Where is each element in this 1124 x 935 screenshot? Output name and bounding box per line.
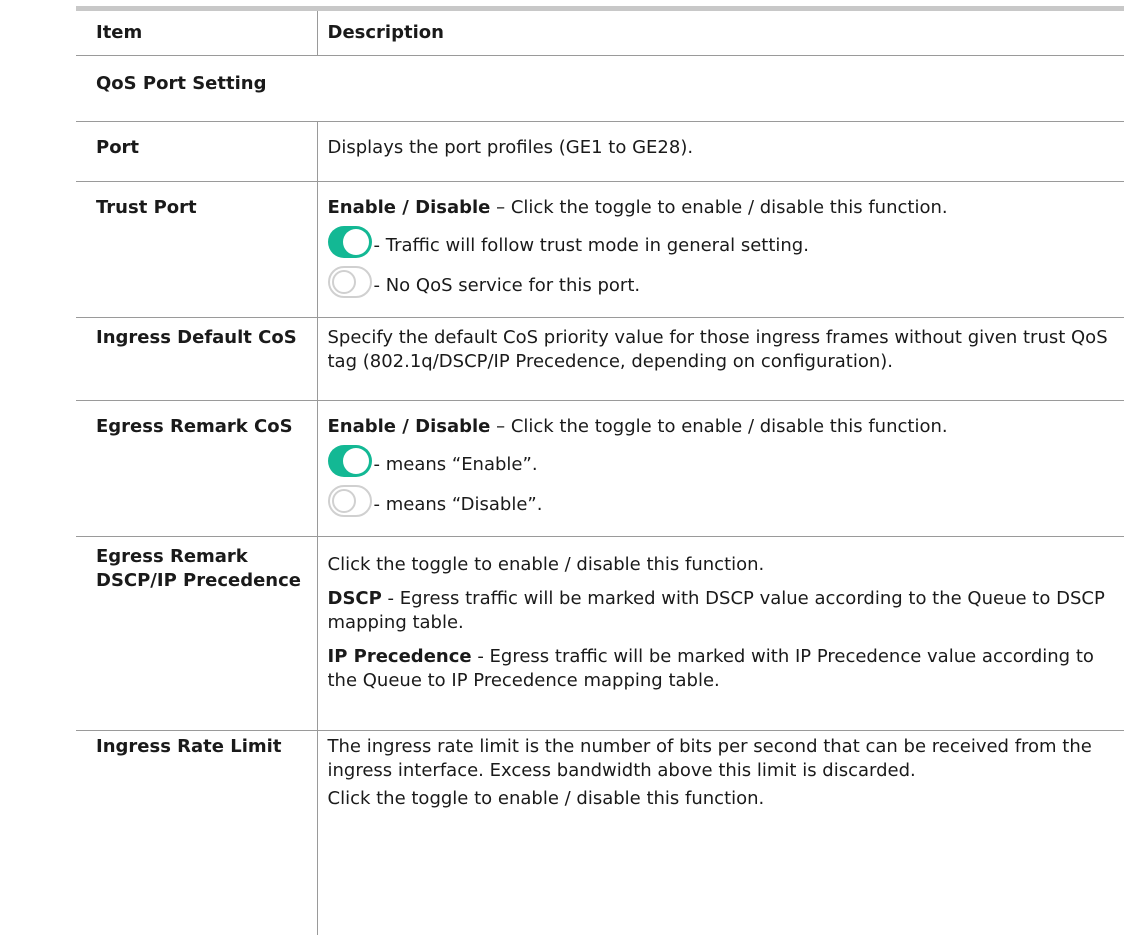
ingress-rate-p2: Click the toggle to enable / disable thi… [327, 787, 765, 809]
table-row: Egress Remark DSCP/IP Precedence Click t… [76, 536, 1124, 731]
item-egress-remark-dscp-line2: DSCP/IP Precedence [96, 569, 301, 591]
egress-cos-lead-text: – Click the toggle to enable / disable t… [490, 415, 948, 437]
header-description: Description [317, 11, 1124, 56]
table-row: Ingress Default CoS Specify the default … [76, 317, 1124, 401]
item-egress-remark-dscp: Egress Remark DSCP/IP Precedence [76, 536, 318, 731]
egress-ipp-bold: IP Precedence [327, 645, 472, 667]
table-header-row: Item Description [76, 11, 1124, 56]
desc-port: Displays the port profiles (GE1 to GE28)… [317, 121, 1124, 182]
item-trust-port: Trust Port [76, 181, 318, 318]
egress-cos-off-text: - means “Disable”. [373, 493, 543, 515]
table-row: Port Displays the port profiles (GE1 to … [76, 121, 1124, 182]
header-item: Item [76, 11, 318, 56]
desc-trust-port: Enable / Disable – Click the toggle to e… [317, 181, 1124, 318]
toggle-off-icon [327, 484, 372, 517]
ingress-rate-p1: The ingress rate limit is the number of … [327, 735, 1092, 781]
toggle-off-icon [327, 265, 372, 298]
section-title: QoS Port Setting [76, 55, 1124, 122]
trust-port-lead-bold: Enable / Disable [327, 196, 491, 218]
desc-egress-remark-cos: Enable / Disable – Click the toggle to e… [317, 400, 1124, 537]
desc-ingress-rate-limit: The ingress rate limit is the number of … [317, 730, 1124, 935]
item-port: Port [76, 121, 318, 182]
item-egress-remark-dscp-line1: Egress Remark [96, 545, 248, 567]
item-egress-remark-cos: Egress Remark CoS [76, 400, 318, 537]
egress-dscp-bold: DSCP [327, 587, 382, 609]
table-row: Trust Port Enable / Disable – Click the … [76, 181, 1124, 318]
item-ingress-default-cos: Ingress Default CoS [76, 317, 318, 401]
egress-cos-lead-bold: Enable / Disable [327, 415, 491, 437]
toggle-on-icon [327, 444, 372, 477]
table-row: Egress Remark CoS Enable / Disable – Cli… [76, 400, 1124, 537]
table-row: Ingress Rate Limit The ingress rate limi… [76, 730, 1124, 935]
trust-port-on-text: - Traffic will follow trust mode in gene… [373, 234, 809, 256]
egress-cos-on-text: - means “Enable”. [373, 453, 538, 475]
trust-port-lead-text: – Click the toggle to enable / disable t… [490, 196, 948, 218]
toggle-on-icon [327, 225, 372, 258]
desc-egress-remark-dscp: Click the toggle to enable / disable thi… [317, 536, 1124, 731]
desc-ingress-default-cos: Specify the default CoS priority value f… [317, 317, 1124, 401]
item-ingress-rate-limit: Ingress Rate Limit [76, 730, 318, 935]
section-row: QoS Port Setting [76, 55, 1124, 122]
trust-port-off-text: - No QoS service for this port. [373, 274, 641, 296]
egress-dscp-text: - Egress traffic will be marked with DSC… [327, 587, 1105, 633]
description-table: Item Description QoS Port Setting Port D… [76, 11, 1124, 935]
egress-dscp-p1: Click the toggle to enable / disable thi… [327, 553, 765, 575]
